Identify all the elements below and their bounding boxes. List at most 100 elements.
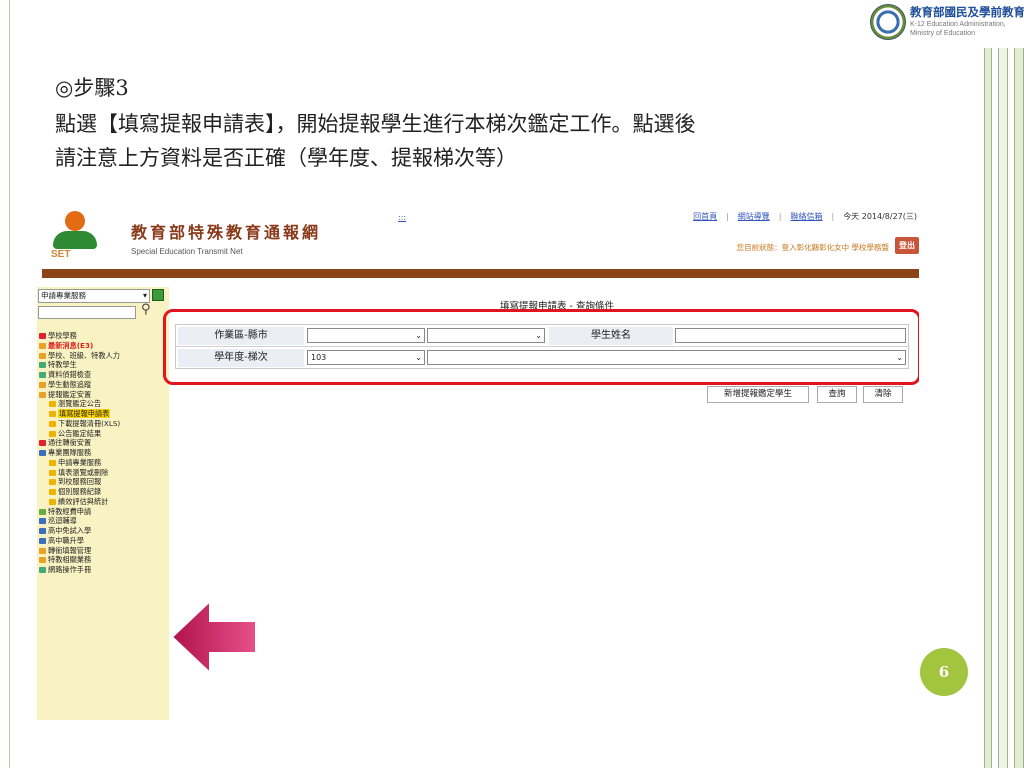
header-band	[42, 269, 919, 278]
tree-node-icon	[39, 372, 46, 378]
sidebar-search-input[interactable]	[38, 306, 136, 319]
sidebar-item[interactable]: 填寫提報申請表	[39, 409, 169, 419]
sidebar-item-label: 高中免試入學	[48, 526, 92, 535]
sidebar-item[interactable]: 公告鑑定結果	[39, 429, 169, 439]
moe-logo-title: 教育部國民及學前教育署	[910, 5, 1024, 19]
sidebar-item-label: 網路操作手冊	[48, 565, 92, 574]
moe-seal-icon	[870, 4, 906, 40]
sidebar-item[interactable]: 通往轉銜安置	[39, 438, 169, 448]
sidebar-item-label: 申請專業服務	[58, 457, 102, 467]
login-status: 您目前狀態：登入彰化縣彰化女中 學校學務暨	[736, 243, 889, 252]
step-title: ◎步驟3	[55, 76, 129, 100]
sidebar-item-label: 高中職升學	[48, 535, 84, 545]
tree-node-icon	[39, 333, 46, 339]
sidebar-item-label: 填表瀏覽或刪除	[58, 467, 109, 477]
clear-button[interactable]: 清除	[863, 386, 903, 403]
sidebar-item-label: 特教學生	[48, 360, 77, 370]
page-number: 6	[920, 648, 968, 696]
sidebar-item-label: 學校、班級、特教人力	[48, 350, 120, 360]
sidebar-item[interactable]: 個別服務紀錄	[39, 487, 169, 497]
tree-node-icon	[49, 479, 56, 486]
chevron-down-icon: ▾	[142, 291, 147, 300]
moe-logo: 教育部國民及學前教育署 K-12 Education Administratio…	[870, 2, 1024, 46]
sidebar-item[interactable]: 網路操作手冊	[39, 565, 169, 575]
sidebar-item-label: 特教經費申請	[48, 506, 92, 516]
tree-node-icon	[49, 459, 56, 466]
sidebar-item[interactable]: 瀏覽鑑定公告	[39, 399, 169, 409]
sidebar-item-label: 轉銜填報管理	[48, 545, 92, 555]
moe-logo-en-line2: Ministry of Education	[910, 30, 975, 37]
step-description-line1: 點選【填寫提報申請表】，開始提報學生進行本梯次鑑定工作。點選後	[55, 112, 696, 136]
tree-node-icon	[49, 498, 56, 505]
sidebar-item[interactable]: 高中免試入學	[39, 526, 169, 536]
sidebar-item-label: 學生動態追蹤	[48, 379, 92, 389]
search-icon[interactable]: ⚲	[141, 302, 151, 317]
set-logo-icon: SET	[47, 209, 101, 263]
pointer-arrow-icon	[170, 598, 257, 675]
tree-node-icon	[39, 450, 46, 456]
tree-node-icon	[39, 440, 46, 447]
sidebar-select-value: 申請專業服務	[41, 291, 86, 300]
sidebar-item-label: 最新消息(E3)	[48, 340, 94, 350]
sidebar-item[interactable]: 申請專業服務	[39, 458, 169, 468]
tree-node-icon	[39, 508, 46, 515]
tree-node-icon	[39, 547, 46, 554]
sidebar-item[interactable]: 下載提報清冊(XLS)	[39, 419, 169, 429]
sidebar-item[interactable]: 轉銜填報管理	[39, 546, 169, 556]
sidebar-item-label: 通往轉銜安置	[48, 438, 92, 448]
tree-node-icon	[49, 489, 56, 495]
sidebar-item[interactable]: 特教相關業務	[39, 555, 169, 565]
tree-node-icon	[49, 411, 56, 417]
sidebar-item-label: 資料偵錯檢查	[48, 370, 92, 379]
sidebar-item-label: 提報鑑定安置	[48, 389, 92, 399]
sidebar-tree: 學校學務 最新消息(E3) 學校、班級、特教人力 特教學生 資料偵錯檢查 學生動態追蹤 提報…	[39, 331, 169, 575]
sidebar-item-label: 到校服務回報	[58, 477, 102, 487]
sidebar-item[interactable]: 學校、班級、特教人力	[39, 351, 169, 361]
sidebar-item[interactable]: 到校服務回報	[39, 477, 169, 487]
nav-sitemap-link[interactable]: 網站導覽	[738, 212, 770, 221]
sidebar-item-label: 公告鑑定結果	[58, 428, 102, 438]
sidebar-item[interactable]: 學生動態追蹤	[39, 380, 169, 390]
add-student-button[interactable]: 新增提報鑑定學生	[707, 386, 809, 403]
sidebar-service-select[interactable]: 申請專業服務 ▾	[38, 289, 150, 303]
tree-node-icon	[39, 528, 46, 534]
tree-node-icon	[49, 420, 56, 427]
tree-node-icon	[39, 518, 46, 525]
sidebar-item-label: 績效評估與統計	[58, 496, 109, 506]
tree-node-icon	[39, 391, 46, 398]
sidebar-item[interactable]: 績效評估與統計	[39, 497, 169, 507]
step-description-line2: 請注意上方資料是否正確（學年度、提報梯次等）	[55, 146, 517, 170]
nav-home-link[interactable]: 回首頁	[693, 212, 717, 221]
sidebar-item[interactable]: 學校學務	[39, 331, 169, 341]
site-title-cn: 教育部特殊教育通報網	[131, 223, 322, 242]
sidebar-item[interactable]: 資料偵錯檢查	[39, 370, 169, 380]
sidebar-item[interactable]: 高中職升學	[39, 536, 169, 546]
search-button[interactable]: 查詢	[817, 386, 857, 403]
sidebar-item[interactable]: 巡迴輔導	[39, 516, 169, 526]
sidebar-item-label: 特教相關業務	[48, 555, 92, 565]
sidebar-item[interactable]: 提報鑑定安置	[39, 390, 169, 400]
tree-node-icon	[49, 401, 56, 408]
sidebar-item[interactable]: 專業團隊服務	[39, 448, 169, 458]
site-title-en: Special Education Transmit Net	[131, 247, 243, 256]
sidebar-item[interactable]: 填表瀏覽或刪除	[39, 468, 169, 478]
highlight-outline	[163, 309, 919, 385]
set-logo-text: SET	[51, 249, 71, 260]
go-button[interactable]	[152, 289, 164, 301]
tree-node-icon	[39, 352, 46, 359]
sidebar-item[interactable]: 特教學生	[39, 360, 169, 370]
sidebar-item[interactable]: 最新消息(E3)	[39, 341, 169, 351]
tree-node-icon	[49, 430, 56, 437]
right-decorative-bars	[984, 48, 1024, 768]
sidebar-item[interactable]: 特教經費申請	[39, 507, 169, 517]
tree-node-icon	[39, 567, 46, 573]
tree-node-icon	[39, 557, 46, 564]
sidebar-item-label: 專業團隊服務	[48, 448, 92, 457]
sidebar-item-label: 巡迴輔導	[48, 516, 77, 526]
accesskey-link[interactable]: :::	[398, 213, 406, 222]
logout-button[interactable]: 登出	[895, 237, 919, 254]
website-screenshot: SET 教育部特殊教育通報網 Special Education Transmi…	[37, 205, 919, 720]
nav-contact-link[interactable]: 聯絡信箱	[790, 212, 822, 221]
tree-node-icon	[39, 537, 46, 544]
tree-node-icon	[49, 469, 56, 476]
